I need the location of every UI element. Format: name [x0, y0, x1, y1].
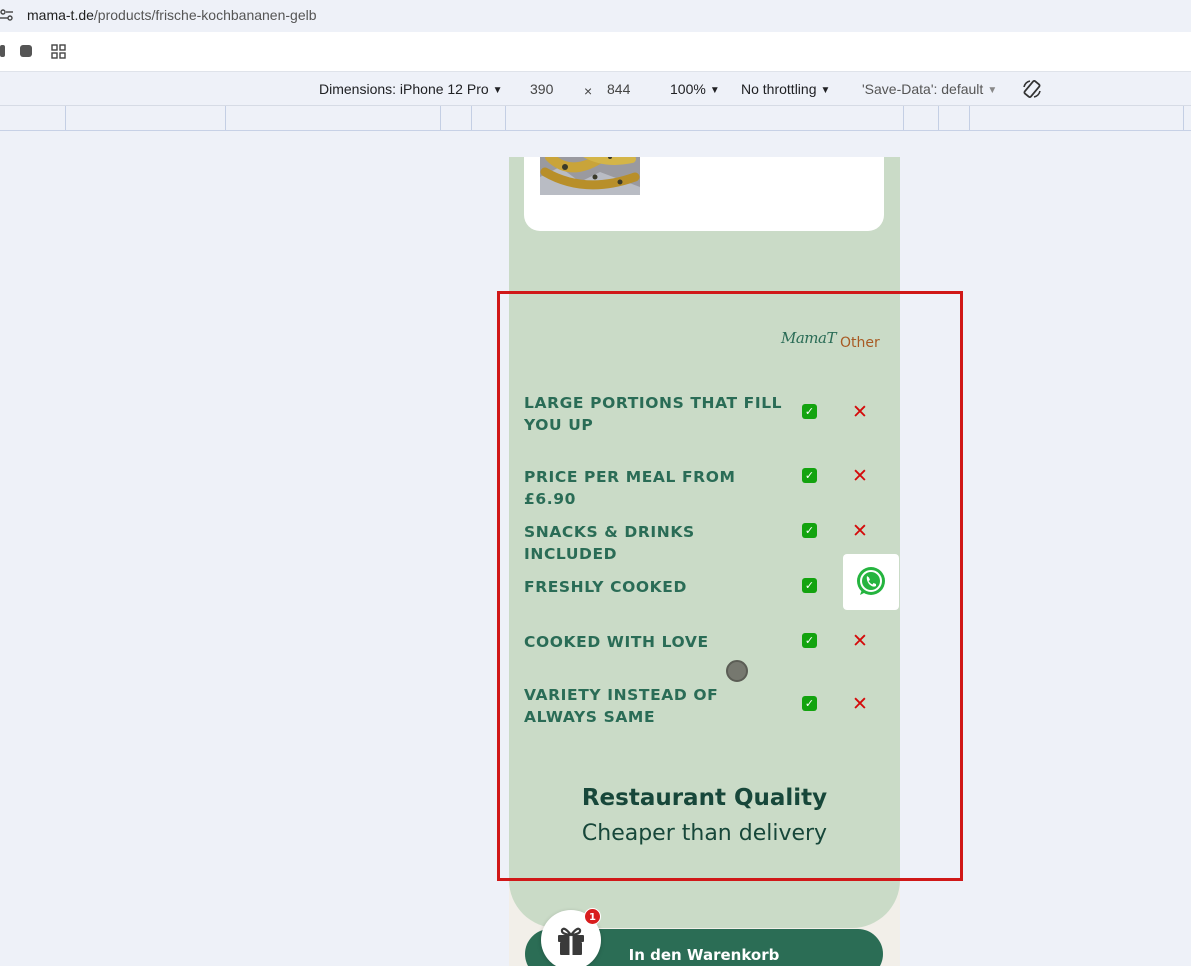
save-data-select[interactable]: 'Save-Data': default ▼	[862, 81, 997, 97]
grid-layout-icon[interactable]	[51, 44, 66, 59]
highlight-annotation-box	[497, 291, 963, 881]
gift-icon	[558, 927, 584, 955]
width-input[interactable]: 390	[530, 81, 553, 97]
media-query-ruler	[0, 106, 1191, 131]
chevron-down-icon: ▼	[820, 85, 831, 96]
device-mode-icon[interactable]	[19, 44, 33, 58]
device-label: Dimensions: iPhone 12 Pro	[319, 81, 489, 97]
chevron-down-icon: ▼	[709, 85, 720, 96]
product-image-card	[524, 157, 884, 231]
ruler-tick	[938, 106, 939, 130]
height-input[interactable]: 844	[607, 81, 630, 97]
device-select[interactable]: Dimensions: iPhone 12 Pro ▼	[319, 81, 503, 97]
save-data-label: 'Save-Data': default	[862, 81, 984, 97]
ruler-tick	[903, 106, 904, 130]
device-toolbar: Dimensions: iPhone 12 Pro ▼ 390 × 844 100…	[0, 72, 1191, 106]
ruler-tick	[505, 106, 506, 130]
ruler-tick	[225, 106, 226, 130]
ruler-tick	[1183, 106, 1184, 130]
ruler-tick	[440, 106, 441, 130]
chevron-down-icon: ▼	[492, 85, 503, 96]
throttling-label: No throttling	[741, 81, 817, 97]
rotate-icon[interactable]	[1021, 78, 1043, 100]
ruler-tick	[969, 106, 970, 130]
gift-count-badge: 1	[584, 908, 601, 925]
times-icon: ×	[584, 83, 593, 99]
url-text[interactable]: mama-t.de/products/frische-kochbananen-g…	[27, 7, 317, 23]
zoom-select[interactable]: 100% ▼	[670, 81, 720, 97]
product-image[interactable]	[540, 157, 640, 195]
devtools-icon-row	[0, 32, 1191, 72]
ruler-tick	[65, 106, 66, 130]
panel-icon[interactable]	[0, 44, 6, 58]
url-host: mama-t.de	[27, 7, 94, 23]
ruler-tick	[471, 106, 472, 130]
chevron-down-icon: ▼	[987, 85, 998, 96]
site-info-icon[interactable]	[0, 8, 14, 22]
zoom-label: 100%	[670, 81, 706, 97]
address-bar[interactable]: mama-t.de/products/frische-kochbananen-g…	[0, 0, 1191, 32]
url-path: /products/frische-kochbananen-gelb	[93, 7, 317, 23]
throttling-select[interactable]: No throttling ▼	[741, 81, 830, 97]
